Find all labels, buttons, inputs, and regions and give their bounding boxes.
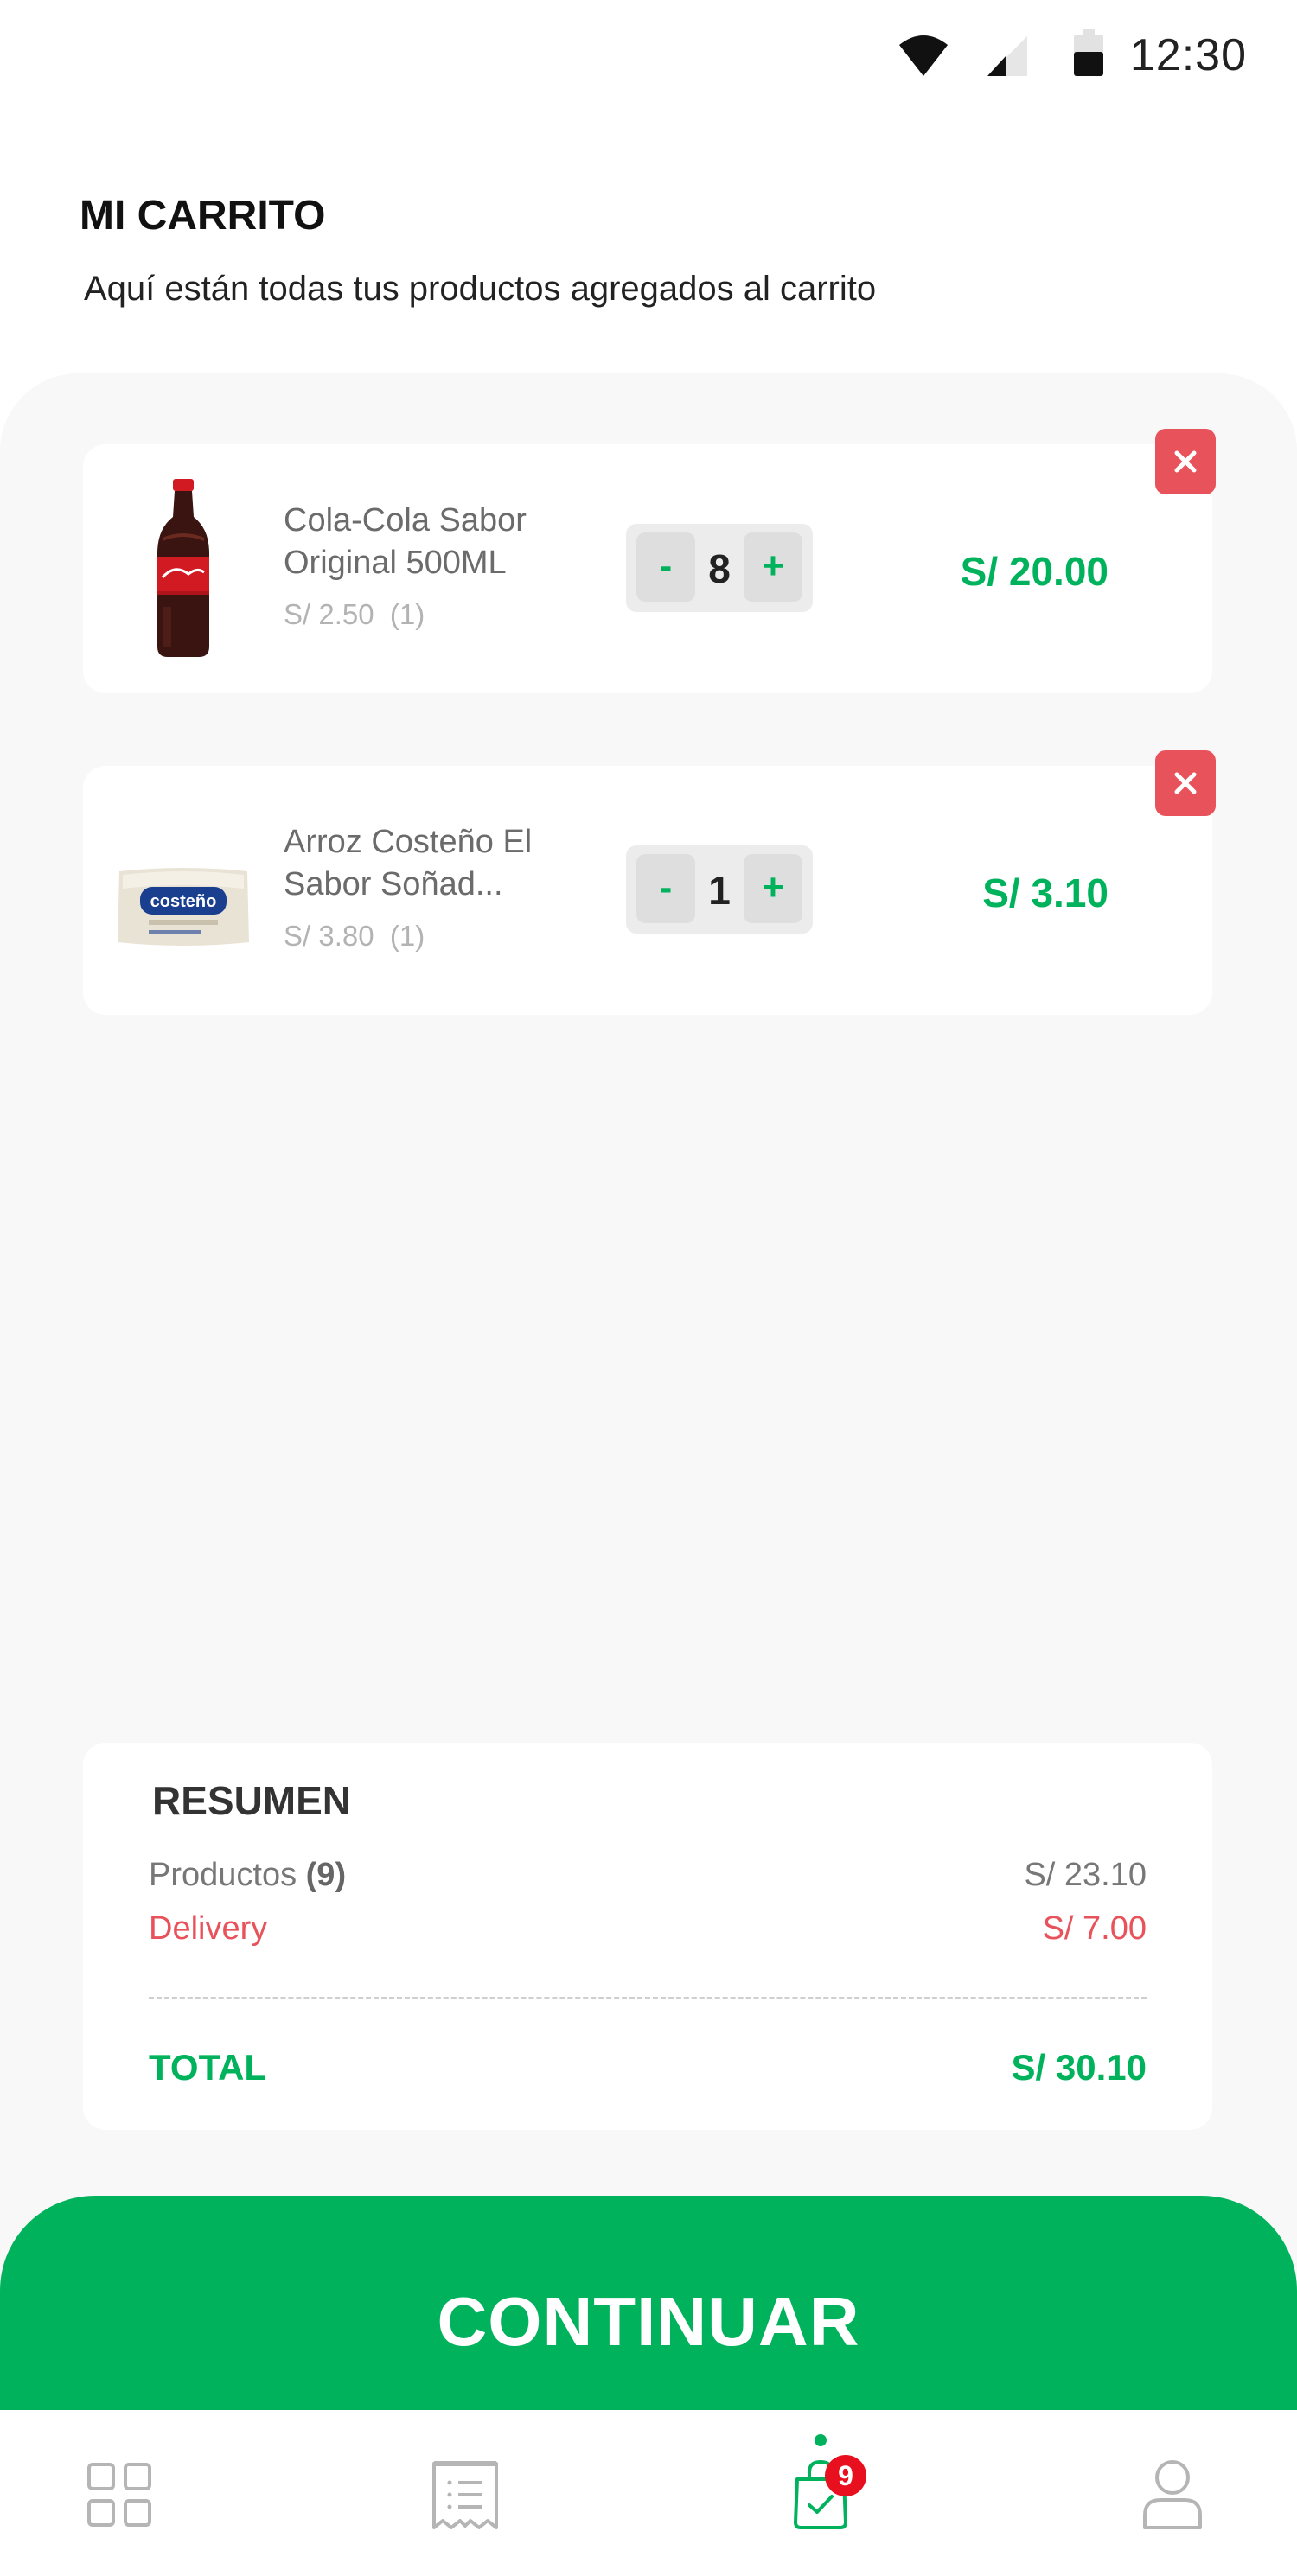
- page-title: MI CARRITO: [80, 193, 326, 239]
- quantity-value: 8: [708, 546, 731, 591]
- rice-bag-brand: costeño: [150, 892, 217, 911]
- summary-card: RESUMEN Productos (9) S/ 23.10 Delivery …: [83, 1743, 1212, 2130]
- cart-item: Cola-Cola Sabor Original 500ML S/ 2.50 (…: [83, 444, 1212, 693]
- battery-icon: [1074, 29, 1103, 76]
- quantity-value: 1: [708, 868, 731, 913]
- total-value: S/ 30.10: [1011, 2047, 1147, 2088]
- page-subtitle: Aquí están todas tus productos agregados…: [84, 270, 877, 308]
- continue-button-label: CONTINUAR: [437, 2283, 860, 2360]
- total-label: TOTAL: [149, 2047, 267, 2088]
- products-count: (9): [305, 1857, 347, 1893]
- quantity-stepper: - 8 +: [626, 524, 813, 612]
- bottom-nav: 9: [0, 2410, 1297, 2576]
- nav-item-profile[interactable]: [1086, 2410, 1259, 2576]
- summary-title: RESUMEN: [152, 1778, 352, 1823]
- continue-button[interactable]: CONTINUAR: [0, 2196, 1297, 2446]
- decrease-quantity-button[interactable]: -: [636, 854, 695, 923]
- delivery-value: S/ 7.00: [1042, 1910, 1147, 1947]
- quantity-stepper: - 1 +: [626, 845, 813, 934]
- product-image-cola-bottle: [157, 479, 209, 657]
- cart-item: costeño Arroz Costeño El Sabor Soñad... …: [83, 766, 1212, 1015]
- nav-item-cart[interactable]: 9: [733, 2410, 906, 2576]
- receipt-icon: [432, 2461, 498, 2529]
- wifi-icon: [899, 35, 948, 76]
- close-icon: [1174, 772, 1197, 794]
- user-icon: [1143, 2460, 1202, 2529]
- product-unit-price: S/ 3.80 (1): [284, 920, 425, 952]
- nav-item-catalog[interactable]: [33, 2410, 206, 2576]
- remove-item-button[interactable]: [1155, 429, 1216, 494]
- status-bar: 12:30: [0, 0, 1297, 112]
- increase-quantity-button[interactable]: +: [744, 532, 802, 602]
- summary-divider: [149, 1997, 1147, 1999]
- close-icon: [1174, 450, 1197, 473]
- cart-count-badge: 9: [825, 2455, 866, 2496]
- increase-quantity-button[interactable]: +: [744, 854, 802, 923]
- status-time: 12:30: [1129, 30, 1247, 80]
- active-indicator-dot: [815, 2434, 827, 2446]
- product-name: Arroz Costeño El Sabor Soñad...: [284, 824, 533, 902]
- products-value: S/ 23.10: [1024, 1857, 1147, 1893]
- item-total-price: S/ 3.10: [982, 870, 1109, 915]
- product-unit-price: S/ 2.50 (1): [284, 598, 425, 630]
- product-image-rice-bag: costeño: [118, 868, 249, 946]
- nav-item-orders[interactable]: [379, 2410, 552, 2576]
- decrease-quantity-button[interactable]: -: [636, 532, 695, 602]
- grid-icon: [87, 2463, 151, 2527]
- product-name: Cola-Cola Sabor Original 500ML: [284, 502, 527, 581]
- delivery-label: Delivery: [149, 1910, 268, 1947]
- remove-item-button[interactable]: [1155, 750, 1216, 816]
- products-label: Productos (9): [149, 1857, 347, 1893]
- cell-signal-icon: [987, 36, 1027, 76]
- item-total-price: S/ 20.00: [960, 549, 1109, 594]
